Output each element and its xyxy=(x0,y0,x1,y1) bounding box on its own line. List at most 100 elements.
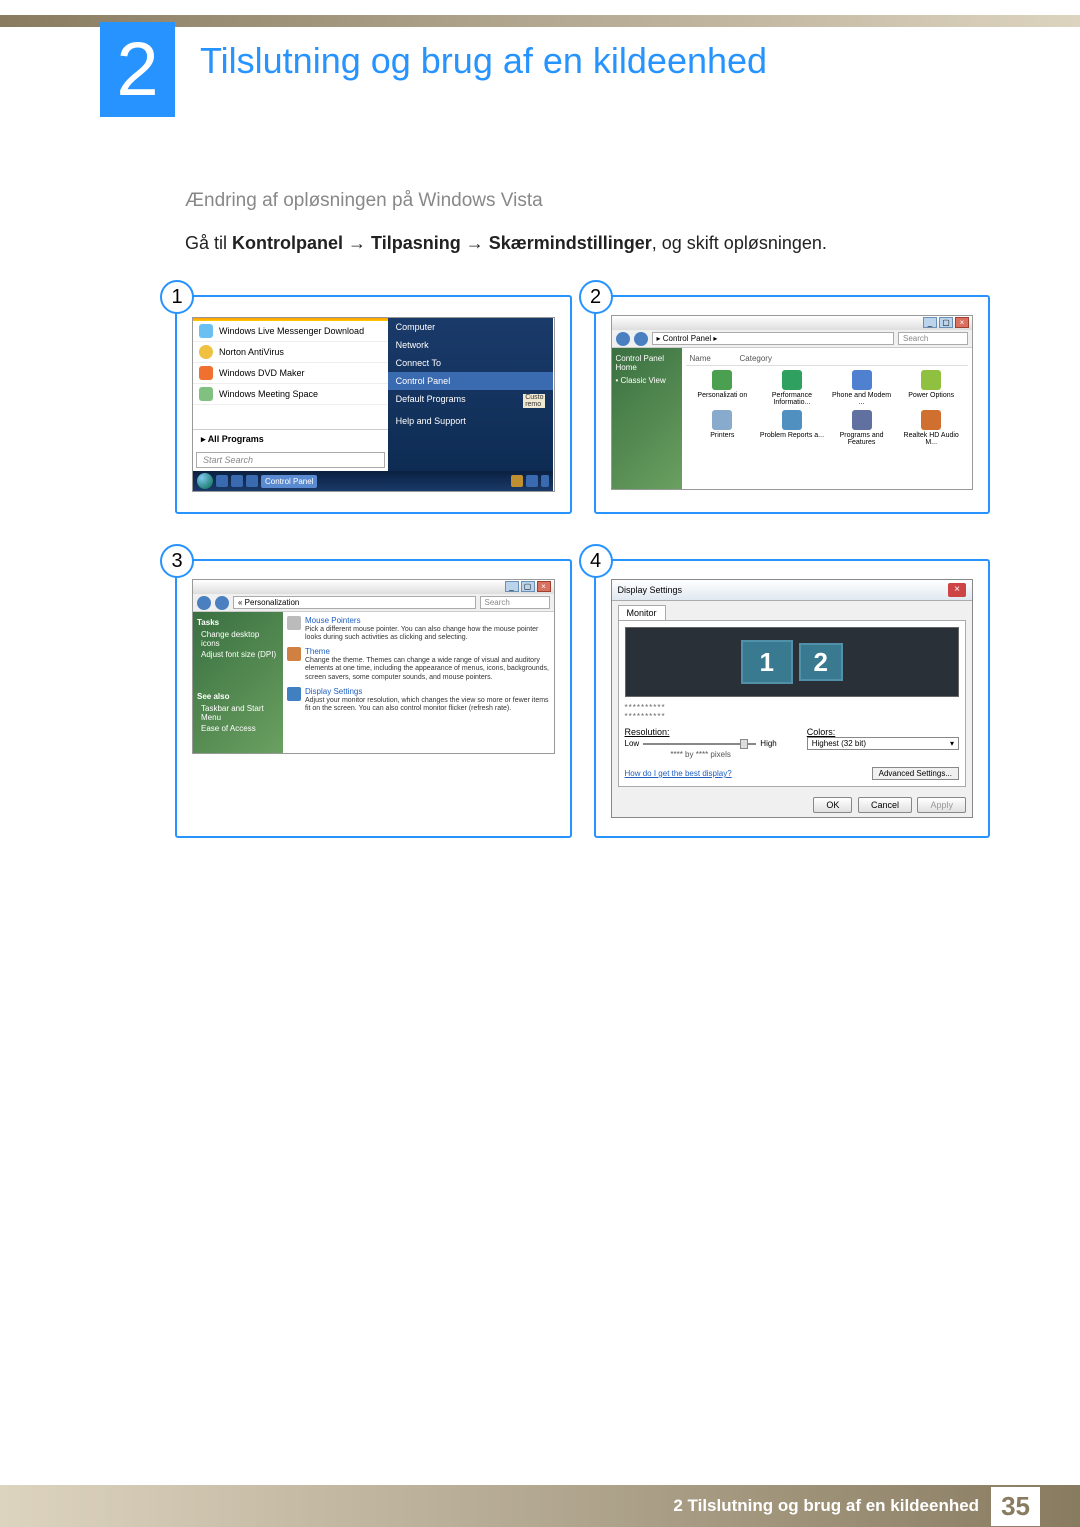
start-item-label: Windows Live Messenger Download xyxy=(219,326,364,336)
back-button-icon[interactable] xyxy=(197,596,211,610)
personalization-screenshot: _ ▢ × « Personalization Search Tasks Cha… xyxy=(192,579,555,754)
cp-icon-programs[interactable]: Programs and Features xyxy=(829,410,895,446)
resolution-label: Resolution: xyxy=(625,727,777,737)
arrow-2: → xyxy=(461,233,489,253)
power-icon[interactable] xyxy=(511,475,523,487)
shutdown-area xyxy=(388,471,554,491)
address-input[interactable]: « Personalization xyxy=(233,596,476,609)
close-button[interactable]: × xyxy=(537,581,551,592)
address-bar: « Personalization Search xyxy=(193,594,554,612)
slider-thumb[interactable] xyxy=(740,739,748,749)
start-menu-right: Computer Network Connect To Control Pane… xyxy=(388,318,554,491)
sidebar-home[interactable]: Control Panel Home xyxy=(616,352,678,374)
maximize-button[interactable]: ▢ xyxy=(939,317,953,328)
dialog-panel: 1 2 ********** ********** Resolution: Lo… xyxy=(618,620,967,787)
norton-icon xyxy=(199,345,213,359)
instruction-suffix: , og skift opløsningen. xyxy=(652,233,827,253)
task-link[interactable]: Adjust font size (DPI) xyxy=(197,649,279,660)
control-panel-screenshot: _ ▢ × ▸ Control Panel ▸ Search Control P… xyxy=(611,315,974,490)
address-bar: ▸ Control Panel ▸ Search xyxy=(612,330,973,348)
start-item[interactable]: Windows Meeting Space xyxy=(193,384,388,405)
cp-icon-performance[interactable]: Performance Informatio... xyxy=(759,370,825,406)
tasks-heading: Tasks xyxy=(197,618,279,627)
cp-icon-realtek[interactable]: Realtek HD Audio M... xyxy=(898,410,964,446)
header-name[interactable]: Name xyxy=(690,354,740,363)
display-settings-dialog: Display Settings × Monitor 1 2 *********… xyxy=(611,579,974,818)
sidebar-classic[interactable]: • Classic View xyxy=(616,374,678,387)
address-input[interactable]: ▸ Control Panel ▸ xyxy=(652,332,895,345)
cancel-button[interactable]: Cancel xyxy=(858,797,912,813)
right-item-control-panel[interactable]: Control Panel xyxy=(388,372,554,390)
window-titlebar: _ ▢ × xyxy=(612,316,973,330)
monitor-tab[interactable]: Monitor xyxy=(618,605,666,620)
monitor-2[interactable]: 2 xyxy=(799,643,843,681)
section-subheading: Ændring af opløsningen på Windows Vista xyxy=(185,190,980,212)
right-item[interactable]: Computer xyxy=(388,318,554,336)
minimize-button[interactable]: _ xyxy=(505,581,519,592)
cp-icon-problem[interactable]: Problem Reports a... xyxy=(759,410,825,446)
start-item[interactable]: Windows Live Messenger Download xyxy=(193,321,388,342)
taskbar-item[interactable] xyxy=(231,475,243,487)
cp-icon-personalization[interactable]: Personalizati on xyxy=(690,370,756,406)
resolution-value: **** by **** pixels xyxy=(625,750,777,759)
best-display-link[interactable]: How do I get the best display? xyxy=(625,769,732,778)
start-orb-icon[interactable] xyxy=(197,473,213,489)
seealso-link[interactable]: Ease of Access xyxy=(197,723,279,734)
start-item[interactable]: Norton AntiVirus xyxy=(193,342,388,363)
taskbar: Control Panel xyxy=(193,471,388,491)
back-button-icon[interactable] xyxy=(616,332,630,346)
step-badge-3: 3 xyxy=(160,544,194,578)
personalization-icon xyxy=(712,370,732,390)
forward-button-icon[interactable] xyxy=(634,332,648,346)
instruction-text: Gå til Kontrolpanel → Tilpasning → Skærm… xyxy=(185,230,980,257)
taskbar-item[interactable] xyxy=(216,475,228,487)
figure-3: 3 _ ▢ × « Personalization Search Tasks C… xyxy=(175,559,572,838)
shutdown-menu-icon[interactable] xyxy=(541,475,549,487)
lock-icon[interactable] xyxy=(526,475,538,487)
ok-button[interactable]: OK xyxy=(813,797,852,813)
slider-low: Low xyxy=(625,739,640,748)
start-item[interactable]: Windows DVD Maker xyxy=(193,363,388,384)
start-item-label: Windows Meeting Space xyxy=(219,389,318,399)
advanced-settings-button[interactable]: Advanced Settings... xyxy=(872,767,959,780)
monitor-info-2: ********** xyxy=(625,712,960,721)
start-item-label: Windows DVD Maker xyxy=(219,368,305,378)
close-button[interactable]: × xyxy=(948,583,966,597)
cp-icon-power[interactable]: Power Options xyxy=(898,370,964,406)
instruction-prefix: Gå til xyxy=(185,233,232,253)
mouse-icon xyxy=(287,616,301,630)
messenger-icon xyxy=(199,324,213,338)
minimize-button[interactable]: _ xyxy=(923,317,937,328)
window-titlebar: _ ▢ × xyxy=(193,580,554,594)
maximize-button[interactable]: ▢ xyxy=(521,581,535,592)
apply-button[interactable]: Apply xyxy=(917,797,966,813)
monitor-1[interactable]: 1 xyxy=(741,640,793,684)
option-display-settings[interactable]: Display SettingsAdjust your monitor reso… xyxy=(287,687,550,713)
cp-icon-phone[interactable]: Phone and Modem ... xyxy=(829,370,895,406)
page-footer: 2 Tilslutning og brug af en kildeenhed 3… xyxy=(0,1485,1080,1527)
column-headers: Name Category xyxy=(686,352,969,366)
header-category[interactable]: Category xyxy=(740,354,772,363)
right-item[interactable]: Connect To xyxy=(388,354,554,372)
right-item[interactable]: Network xyxy=(388,336,554,354)
forward-button-icon[interactable] xyxy=(215,596,229,610)
all-programs[interactable]: ▸ All Programs xyxy=(193,429,388,449)
colors-select[interactable]: Highest (32 bit)▾ xyxy=(807,737,959,750)
seealso-link[interactable]: Taskbar and Start Menu xyxy=(197,703,279,723)
close-button[interactable]: × xyxy=(955,317,969,328)
search-input[interactable]: Search xyxy=(480,596,550,609)
option-mouse-pointers[interactable]: Mouse PointersPick a different mouse poi… xyxy=(287,616,550,642)
arrow-1: → xyxy=(343,233,371,253)
taskbar-control-panel[interactable]: Control Panel xyxy=(261,475,317,488)
right-item[interactable]: Help and Support xyxy=(388,412,554,430)
meeting-icon xyxy=(199,387,213,401)
cp-icon-printers[interactable]: Printers xyxy=(690,410,756,446)
option-theme[interactable]: ThemeChange the theme. Themes can change… xyxy=(287,647,550,682)
right-item[interactable]: Default ProgramsCustoremo xyxy=(388,390,554,412)
task-link[interactable]: Change desktop icons xyxy=(197,629,279,649)
resolution-slider[interactable]: Low High xyxy=(625,739,777,748)
footer-chapter-text: 2 Tilslutning og brug af en kildeenhed xyxy=(673,1496,979,1516)
taskbar-item[interactable] xyxy=(246,475,258,487)
search-input[interactable]: Search xyxy=(898,332,968,345)
start-search-input[interactable]: Start Search xyxy=(196,452,385,468)
